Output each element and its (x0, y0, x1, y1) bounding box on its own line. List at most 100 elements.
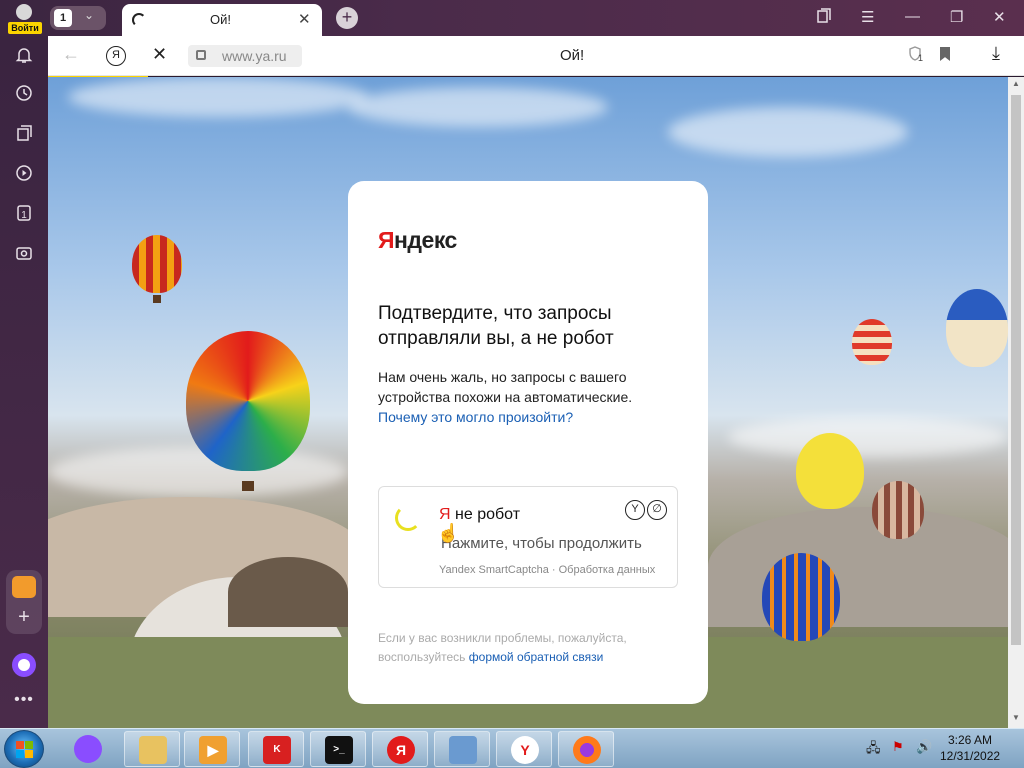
network-icon[interactable]: 🖧 (866, 739, 881, 761)
balloon-basket (242, 481, 254, 491)
feedback-link[interactable]: формой обратной связи (469, 650, 604, 664)
alice-icon[interactable] (60, 731, 116, 767)
tabs-icon[interactable]: 1 (12, 204, 36, 228)
url-field[interactable]: www.ya.ru (188, 45, 302, 67)
balloon (946, 289, 1008, 367)
stop-button[interactable]: ✕ (152, 44, 167, 65)
tab-switcher[interactable]: 1 ⌄ (50, 6, 106, 30)
cloud (68, 77, 368, 117)
media-player-icon[interactable]: ▶ (184, 731, 240, 767)
loading-icon (132, 13, 146, 27)
page-heading: Подтвердите, что запросы отправляли вы, … (378, 303, 614, 349)
collections-icon[interactable] (12, 124, 36, 148)
description: Нам очень жаль, но запросы с вашего устр… (378, 367, 658, 427)
login-label: Войти (8, 22, 42, 34)
title-bar: Войти 1 ⌄ Ой! ✕ + ☰ — ❐ ✕ (0, 0, 1024, 36)
alice-icon[interactable] (12, 653, 36, 677)
balloon (762, 553, 840, 641)
image-viewer-icon[interactable] (434, 731, 490, 767)
url-text: www.ya.ru (222, 48, 287, 64)
screenshot-icon[interactable] (12, 244, 36, 268)
not-robot-text: не робот (450, 506, 521, 523)
mail-icon[interactable] (12, 576, 36, 598)
cloud (668, 107, 908, 157)
minimize-icon[interactable]: — (905, 8, 920, 25)
not-robot-ya: Я (439, 506, 451, 523)
new-tab-button[interactable]: + (336, 7, 358, 29)
account-button[interactable]: Войти (6, 2, 42, 34)
tabs-badge: 1 (21, 210, 27, 221)
captcha-card: Яндекс Подтвердите, что запросы отправля… (348, 181, 708, 704)
clock[interactable]: 3:26 AM 12/31/2022 (940, 732, 1000, 764)
menu-icon[interactable]: ☰ (861, 8, 874, 26)
tab-title: Ой! (210, 12, 231, 27)
lock-icon[interactable] (196, 50, 206, 60)
action-center-icon[interactable]: ⚑ (892, 739, 904, 755)
leaf-circle-icon: ∅ (647, 500, 667, 520)
yandex-icon[interactable]: Я (372, 731, 428, 767)
yandex-circle-icon: Y (625, 500, 645, 520)
balloon (852, 319, 892, 365)
cloud (48, 447, 348, 497)
logo-rest: ндекс (394, 227, 457, 253)
rock-formation (708, 507, 1008, 627)
scroll-up-icon[interactable]: ▲ (1012, 79, 1020, 88)
captcha-logos: Y ∅ (625, 499, 669, 520)
scrollbar-thumb[interactable] (1011, 95, 1021, 645)
yandex-logo: Яндекс (378, 227, 457, 254)
cloud (728, 417, 1008, 457)
protect-badge: 1 (918, 53, 924, 63)
yandex-button[interactable]: Я (106, 46, 126, 66)
footer-note: Если у вас возникли проблемы, пожалуйста… (378, 629, 678, 667)
explorer-icon[interactable] (124, 731, 180, 767)
restore-icon[interactable]: ❐ (950, 8, 963, 26)
collections-icon[interactable] (816, 8, 832, 28)
captcha-brand: Yandex SmartCaptcha · Обработка данных (439, 564, 656, 576)
why-link[interactable]: Почему это могло произойти? (378, 409, 573, 425)
add-panel-button[interactable]: + (6, 606, 42, 629)
cloud (348, 87, 608, 127)
video-icon[interactable] (12, 164, 36, 188)
start-button[interactable] (4, 730, 44, 768)
page-title: Ой! (560, 47, 585, 64)
balloon (186, 331, 310, 471)
windows-icon (16, 741, 34, 759)
not-robot-label: Я не робот (439, 506, 520, 524)
user-icon (16, 4, 32, 20)
balloon (872, 481, 924, 539)
continue-hint: Нажмите, чтобы продолжить (441, 535, 642, 552)
tab-active[interactable]: Ой! ✕ (122, 4, 322, 36)
firefox-icon[interactable] (558, 731, 614, 767)
hand-cursor-icon: ☝ (437, 523, 460, 543)
address-bar: ← Я ✕ www.ya.ru Ой! 1 ⤓ (48, 36, 1024, 76)
bookmark-icon[interactable] (940, 47, 950, 61)
smartcaptcha-checkbox[interactable]: Я не робот Нажмите, чтобы продолжить ☝ Y… (378, 486, 678, 588)
protect-icon[interactable]: 1 (908, 45, 926, 68)
download-button[interactable]: ⤓ (992, 43, 1000, 64)
scrollbar[interactable]: ▲ ▼ (1008, 77, 1024, 728)
clock-time: 3:26 AM (947, 733, 993, 747)
loading-spinner-icon (395, 505, 421, 531)
description-text: Нам очень жаль, но запросы с вашего устр… (378, 369, 633, 405)
balloon (132, 235, 182, 293)
logo-letter: Я (378, 227, 395, 253)
tab-count: 1 (54, 9, 72, 27)
chevron-down-icon: ⌄ (84, 8, 95, 22)
close-icon[interactable]: ✕ (993, 8, 1006, 26)
history-icon[interactable] (12, 84, 36, 108)
kls-icon[interactable]: K (248, 731, 304, 767)
more-button[interactable]: ••• (12, 691, 36, 709)
notifications-icon[interactable] (12, 46, 36, 70)
volume-icon[interactable]: 🔊 (916, 739, 932, 755)
rock-formation (228, 557, 348, 627)
clock-date: 12/31/2022 (940, 749, 1001, 763)
back-button[interactable]: ← (62, 44, 80, 65)
yandex-browser-icon[interactable]: Y (496, 731, 552, 767)
cmd-icon[interactable]: >_ (310, 731, 366, 767)
sidebar: 1 + ••• (0, 36, 48, 728)
mail-panel: + (6, 570, 42, 634)
scroll-down-icon[interactable]: ▼ (1012, 713, 1020, 722)
taskbar: ▶ K >_ Я Y 🖧 ⚑ 🔊 3:26 AM 12/31/2022 (0, 728, 1024, 768)
balloon (796, 433, 864, 509)
tab-close-button[interactable]: ✕ (298, 10, 311, 28)
